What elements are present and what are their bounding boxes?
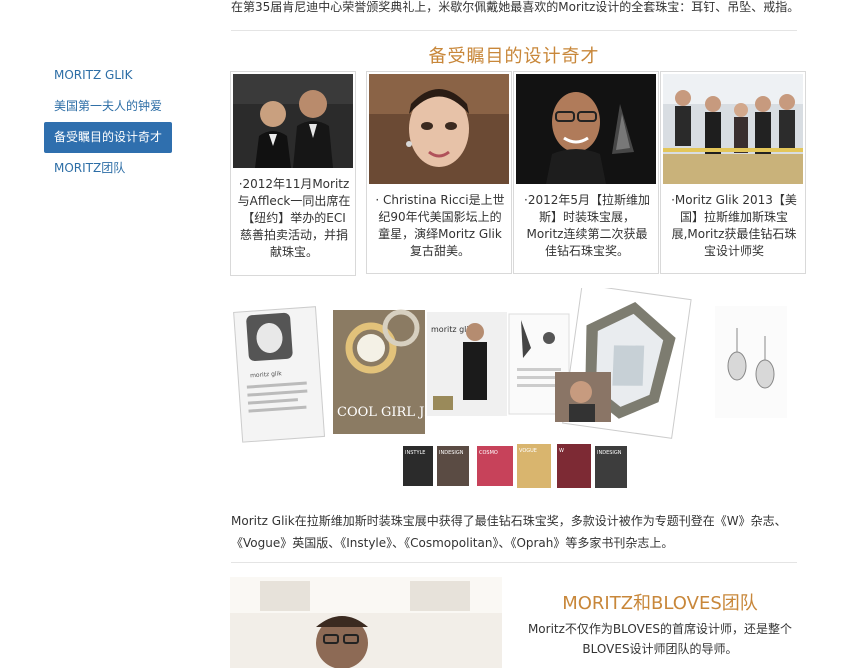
team-title: MORITZ和BLOVES团队 — [562, 593, 758, 614]
cover-label: COSMO — [479, 450, 498, 456]
divider — [231, 562, 797, 563]
sidebar-item-moritz-team[interactable]: MORITZ团队 — [44, 153, 172, 184]
card-caption: · Christina Ricci是上世纪90年代美国影坛上的童星，演绎Mori… — [375, 193, 505, 258]
card-caption: ·2012年5月【拉斯维加斯】时装珠宝展，Moritz连续第二次获最佳钻石珠宝奖… — [524, 193, 650, 258]
divider — [231, 30, 797, 31]
cover-label: VOGUE — [519, 448, 537, 454]
event-card[interactable]: ·Moritz Glik 2013【美国】拉斯维加斯珠宝展,Moritz获最佳钻… — [660, 71, 806, 274]
team-photo — [230, 577, 502, 668]
cover-label: W — [559, 448, 564, 454]
intro-text-tail: 在第35届肯尼迪中心荣誉颁奖典礼上，米歇尔佩戴她最喜欢的Moritz设计的全套珠… — [231, 0, 800, 14]
cover-label: INDESIGN — [439, 450, 464, 456]
event-card[interactable]: · Christina Ricci是上世纪90年代美国影坛上的童星，演绎Mori… — [366, 71, 512, 274]
event-photo — [233, 74, 353, 168]
sidebar-nav: MORITZ GLIK 美国第一夫人的钟爱 备受瞩目的设计奇才 MORITZ团队 — [44, 60, 172, 184]
card-caption: ·Moritz Glik 2013【美国】拉斯维加斯珠宝展,Moritz获最佳钻… — [671, 193, 797, 258]
team-description: Moritz不仅作为BLOVES的首席设计师，还是整个BLOVES设计师团队的导… — [527, 622, 793, 656]
event-photo — [369, 74, 509, 184]
magazine-collage: moritz glik COOL GIRL JEWELS moritz glik — [231, 283, 797, 492]
sidebar-item-moritz-glik[interactable]: MORITZ GLIK — [44, 60, 172, 91]
event-card[interactable]: ·2012年5月【拉斯维加斯】时装珠宝展，Moritz连续第二次获最佳钻石珠宝奖… — [513, 71, 659, 274]
sidebar-item-first-lady[interactable]: 美国第一夫人的钟爱 — [44, 91, 172, 122]
cover-label: INDESIGN — [597, 450, 622, 456]
event-photo — [663, 74, 803, 184]
section-title: 备受瞩目的设计奇才 — [428, 46, 600, 67]
card-caption: ·2012年11月Moritz与Affleck一同出席在【纽约】举办的ECI慈善… — [237, 177, 351, 259]
event-card[interactable]: ·2012年11月Moritz与Affleck一同出席在【纽约】举办的ECI慈善… — [230, 71, 356, 276]
cover-label: INSTYLE — [405, 450, 425, 456]
sidebar-item-design-talent[interactable]: 备受瞩目的设计奇才 — [44, 122, 172, 153]
press-paragraph: Moritz Glik在拉斯维加斯时装珠宝展中获得了最佳钻石珠宝奖，多款设计被作… — [231, 514, 787, 550]
event-photo — [516, 74, 656, 184]
